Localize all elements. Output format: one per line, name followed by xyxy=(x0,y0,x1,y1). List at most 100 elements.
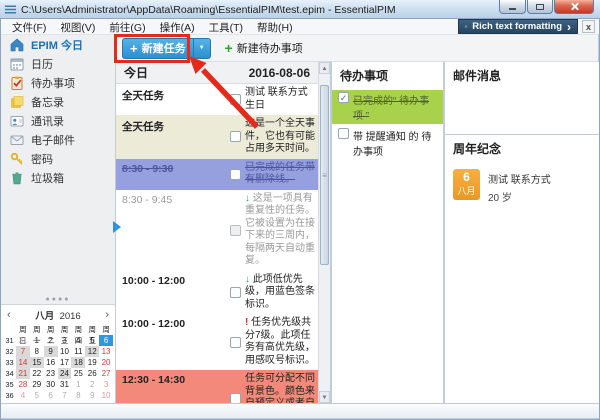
calendar-day[interactable]: 9 xyxy=(85,390,99,401)
scrollbar-thumb[interactable]: ≡ xyxy=(320,85,329,265)
task-checkbox[interactable] xyxy=(230,131,241,142)
today-task-row[interactable]: 8:30 - 9:30已完成的任务带有删除线。 xyxy=(116,159,318,190)
task-text: 任务优先级共分7级。此项任务有高优先级，用感叹号标识。 xyxy=(245,317,315,366)
today-task-row[interactable]: 全天任务测试 联系方式 生日 xyxy=(116,84,318,115)
task-checkbox[interactable] xyxy=(230,225,241,236)
task-checkbox[interactable] xyxy=(230,169,241,180)
todo-item[interactable]: ✓已完成的“ 待办事项 ” xyxy=(332,90,443,124)
calendar-day[interactable]: 5 xyxy=(85,335,99,346)
menu-item[interactable]: 文件(F) xyxy=(5,21,53,35)
today-task-row[interactable]: 12:30 - 14:30任务可分配不同 背景色。颜色来自预定义或者自定义的颜色… xyxy=(116,370,318,403)
essentialpim-window: C:\Users\Administrator\AppData\Roaming\E… xyxy=(0,0,600,420)
calendar-day[interactable]: 25 xyxy=(71,368,85,379)
task-text: 这是一个全天事件，它也有可能占用多天时间。 xyxy=(245,118,315,154)
calendar-day[interactable]: 3 xyxy=(99,379,113,390)
today-task-row[interactable]: 全天任务这是一个全天事件，它也有可能占用多天时间。 xyxy=(116,115,318,159)
today-task-row[interactable]: 10:00 - 12:00! 任务优先级共分7级。此项任务有高优先级，用感叹号标… xyxy=(116,314,318,370)
calendar-day[interactable]: 12 xyxy=(85,346,99,357)
chevron-down-icon[interactable]: ▼ xyxy=(194,45,210,51)
menu-item[interactable]: 视图(V) xyxy=(53,21,102,35)
calendar-day[interactable]: 9 xyxy=(44,346,58,357)
calendar-day[interactable]: 10 xyxy=(58,346,72,357)
anniversary-item[interactable]: 6 八月 测试 联系方式 20 岁 xyxy=(445,163,599,210)
calendar-day[interactable]: 18 xyxy=(71,357,85,368)
task-checkbox[interactable] xyxy=(230,94,241,105)
menu-item[interactable]: 操作(A) xyxy=(153,21,202,35)
sidebar-item-备忘录[interactable]: 备忘录 xyxy=(1,92,115,111)
calendar-day[interactable]: 10 xyxy=(99,390,113,401)
calendar-day[interactable]: 1 xyxy=(30,335,44,346)
calendar-day[interactable]: 8 xyxy=(71,390,85,401)
banner-close-button[interactable]: x xyxy=(582,20,595,33)
calendar-day[interactable]: 30 xyxy=(44,379,58,390)
calendar-day[interactable]: 5 xyxy=(30,390,44,401)
calendar-day[interactable]: 31 xyxy=(16,335,30,346)
title-bar[interactable]: C:\Users\Administrator\AppData\Roaming\E… xyxy=(0,0,600,19)
calendar-day[interactable]: 6 xyxy=(99,335,113,346)
calendar-day[interactable]: 6 xyxy=(44,390,58,401)
anniversary-who: 测试 联系方式 xyxy=(488,171,551,186)
calendar-day[interactable]: 15 xyxy=(30,357,44,368)
calendar-next-button[interactable]: › xyxy=(105,311,109,320)
sidebar-item-电子邮件[interactable]: 电子邮件 xyxy=(1,130,115,149)
maximize-button[interactable] xyxy=(527,0,553,14)
calendar-day[interactable]: 4 xyxy=(71,335,85,346)
plus-icon: + xyxy=(123,41,142,56)
calendar-day[interactable]: 19 xyxy=(85,357,99,368)
today-task-row[interactable]: 8:30 - 9:45↓ 这是一项具有重复性的任务。它被设置为在接下来的三周内，… xyxy=(116,190,318,271)
todo-checkbox[interactable] xyxy=(338,128,349,139)
calendar-day[interactable]: 27 xyxy=(99,368,113,379)
calendar-day[interactable]: 24 xyxy=(58,368,72,379)
calendar-day[interactable]: 11 xyxy=(71,346,85,357)
todo-icon xyxy=(10,76,24,90)
calendar-day[interactable]: 2 xyxy=(85,379,99,390)
calendar-day[interactable]: 22 xyxy=(30,368,44,379)
menu-item[interactable]: 帮助(H) xyxy=(250,21,300,35)
close-button[interactable] xyxy=(554,0,594,14)
calendar-day[interactable]: 4 xyxy=(16,390,30,401)
scroll-down-arrow[interactable]: ▼ xyxy=(319,391,330,403)
app-icon xyxy=(4,4,17,15)
task-checkbox[interactable] xyxy=(230,337,241,348)
calendar-day[interactable]: 7 xyxy=(58,390,72,401)
calendar-day[interactable]: 7 xyxy=(16,346,30,357)
todo-item[interactable]: 带 提醒通知 的 待办事项 xyxy=(332,126,443,160)
splitter-handle[interactable]: ●●●● xyxy=(1,297,115,302)
new-todo-button[interactable]: + 新建待办事项 xyxy=(225,40,303,56)
calendar-day[interactable]: 8 xyxy=(30,346,44,357)
menu-item[interactable]: 前往(G) xyxy=(102,21,152,35)
menu-item[interactable]: 工具(T) xyxy=(202,21,250,35)
sidebar-item-垃圾箱[interactable]: 垃圾箱 xyxy=(1,168,115,187)
calendar-day[interactable]: 3 xyxy=(58,335,72,346)
calendar-day[interactable]: 1 xyxy=(71,379,85,390)
calendar-day[interactable]: 20 xyxy=(99,357,113,368)
sidebar-item-日历[interactable]: 日历 xyxy=(1,54,115,73)
sidebar-item-EPIM 今日[interactable]: EPIM 今日 xyxy=(1,35,115,54)
calendar-day[interactable]: 26 xyxy=(85,368,99,379)
scroll-up-arrow[interactable]: ▲ xyxy=(319,62,330,74)
calendar-day[interactable]: 17 xyxy=(58,357,72,368)
sidebar-item-密码[interactable]: 密码 xyxy=(1,149,115,168)
task-text: 任务可分配不同 背景色。颜色来自预定义或者自定义的颜色。 xyxy=(245,373,315,403)
calendar-day[interactable]: 31 xyxy=(58,379,72,390)
calendar-day[interactable]: 16 xyxy=(44,357,58,368)
scrollbar[interactable]: ▲ ≡ ▼ xyxy=(318,62,330,403)
todo-checkbox[interactable]: ✓ xyxy=(338,92,349,103)
today-date: 2016-08-06 xyxy=(249,66,310,80)
calendar-day[interactable]: 2 xyxy=(44,335,58,346)
task-checkbox[interactable] xyxy=(230,393,241,404)
rich-text-formatting-banner[interactable]: Rich text formatting › xyxy=(458,19,578,34)
minimize-button[interactable] xyxy=(499,0,526,14)
task-checkbox[interactable] xyxy=(230,287,241,298)
sidebar-item-通讯录[interactable]: 通讯录 xyxy=(1,111,115,130)
sidebar-item-待办事项[interactable]: 待办事项 xyxy=(1,73,115,92)
calendar-day[interactable]: 28 xyxy=(16,379,30,390)
calendar-day[interactable]: 21 xyxy=(16,368,30,379)
calendar-day[interactable]: 14 xyxy=(16,357,30,368)
sidebar-item-label: 备忘录 xyxy=(31,94,64,110)
calendar-day[interactable]: 13 xyxy=(99,346,113,357)
calendar-day[interactable]: 23 xyxy=(44,368,58,379)
new-task-button[interactable]: + 新建任务 ▼ xyxy=(122,38,211,59)
calendar-day[interactable]: 29 xyxy=(30,379,44,390)
today-task-row[interactable]: 10:00 - 12:00↓ 此项低优先级，用蓝色签条标识。 xyxy=(116,271,318,315)
